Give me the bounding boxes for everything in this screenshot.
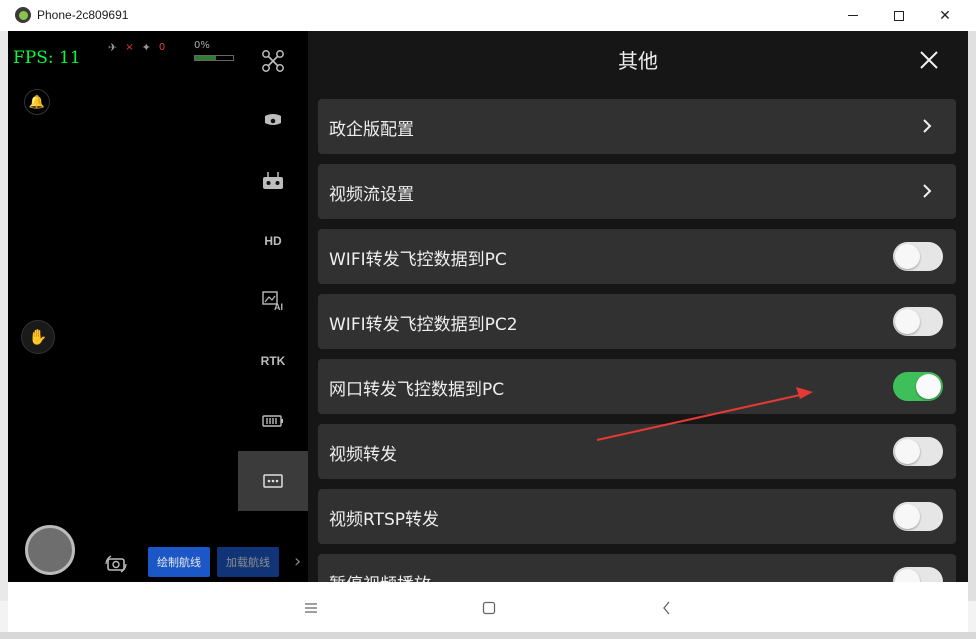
gesture-mode-button[interactable]: ✋	[21, 320, 55, 354]
aircraft-signal-icon: ✈	[108, 41, 118, 54]
row-video-forward: 视频转发	[318, 424, 956, 479]
row-video-rtsp-forward: 视频RTSP转发	[318, 489, 956, 544]
window-bottom-edge	[0, 632, 976, 639]
hand-icon: ✋	[28, 328, 48, 346]
row-video-stream-settings[interactable]: 视频流设置	[318, 164, 956, 219]
phone-screen: FPS: 11 ✈ × ✦ 0 0% 🔔 ✋ 绘制航线 加载航线 › HD AI…	[8, 31, 968, 582]
video-forward-toggle[interactable]	[893, 437, 943, 466]
row-label: 网口转发飞控数据到PC	[329, 380, 505, 400]
row-enterprise-config[interactable]: 政企版配置	[318, 99, 956, 154]
video-rtsp-forward-toggle[interactable]	[893, 502, 943, 531]
more-icon	[263, 474, 283, 488]
rtk-icon: RTK	[260, 354, 286, 368]
close-icon: ✕	[939, 7, 951, 24]
tab-ai[interactable]: AI	[238, 271, 308, 331]
tab-rtk[interactable]: RTK	[238, 331, 308, 391]
row-pause-video: 暂停视频播放	[318, 554, 956, 582]
satellite-icon: ✦	[141, 41, 151, 54]
camera-switch-icon	[105, 555, 127, 573]
back-icon	[663, 601, 670, 615]
row-label: 政企版配置	[329, 120, 414, 140]
nav-back-button[interactable]	[655, 596, 679, 620]
window-title: Phone-2c809691	[37, 8, 129, 22]
row-label: 视频RTSP转发	[329, 510, 440, 530]
tab-battery[interactable]	[238, 391, 308, 451]
row-ethernet-forward-pc: 网口转发飞控数据到PC	[318, 359, 956, 414]
nav-home-button[interactable]	[477, 596, 501, 620]
fps-counter: FPS: 11	[13, 48, 81, 68]
row-label: 视频转发	[329, 445, 397, 465]
tab-gimbal[interactable]	[238, 91, 308, 151]
battery-icon	[262, 415, 283, 427]
row-label: WIFI转发飞控数据到PC	[329, 250, 507, 270]
battery-percent: 0%	[194, 40, 210, 51]
row-label: WIFI转发飞控数据到PC2	[329, 315, 518, 335]
window-right-edge	[968, 31, 976, 601]
svg-text:AI: AI	[274, 302, 283, 311]
close-window-button[interactable]: ✕	[922, 0, 968, 31]
wifi-forward-pc-toggle[interactable]	[893, 242, 943, 271]
minimize-icon	[848, 15, 858, 16]
battery-level-bar	[194, 55, 234, 61]
gps-count: 0	[158, 42, 166, 53]
home-icon	[482, 601, 496, 615]
chevron-right-icon	[923, 184, 932, 198]
gimbal-camera-icon	[265, 114, 281, 125]
wifi-forward-pc2-toggle[interactable]	[893, 307, 943, 336]
maximize-button[interactable]	[876, 0, 922, 31]
window-left-edge	[0, 31, 8, 601]
menu-icon	[305, 603, 317, 613]
panel-title: 其他	[618, 49, 658, 73]
settings-panel: 其他 政企版配置 视频流设置 WIFI转发飞控数据到PC WIFI转发飞控数据到…	[308, 31, 968, 582]
tab-hd[interactable]: HD	[238, 211, 308, 271]
drone-icon	[262, 50, 284, 72]
expand-arrow-icon[interactable]: ›	[294, 551, 301, 572]
status-bar: ✈ × ✦ 0	[108, 41, 165, 54]
window-titlebar: Phone-2c809691 ✕	[0, 0, 976, 31]
tab-remote-controller[interactable]	[238, 151, 308, 211]
android-app-icon	[15, 7, 31, 23]
row-wifi-forward-pc: WIFI转发飞控数据到PC	[318, 229, 956, 284]
row-label: 暂停视频播放	[329, 570, 431, 582]
close-icon	[920, 51, 938, 69]
ethernet-forward-pc-toggle[interactable]	[893, 372, 943, 401]
pause-video-toggle[interactable]	[893, 567, 943, 582]
tab-other[interactable]	[238, 451, 308, 511]
chevron-right-icon	[923, 119, 932, 133]
camera-switch-button[interactable]	[103, 553, 129, 575]
shutter-button[interactable]	[25, 525, 75, 575]
hd-icon: HD	[264, 234, 282, 248]
panel-close-button[interactable]	[917, 48, 941, 72]
maximize-icon	[894, 10, 904, 21]
row-label: 视频流设置	[329, 185, 414, 205]
alarm-bell-icon[interactable]: 🔔	[24, 89, 50, 115]
minimize-button[interactable]	[830, 0, 876, 31]
row-wifi-forward-pc2: WIFI转发飞控数据到PC2	[318, 294, 956, 349]
signal-lost-icon: ×	[125, 42, 134, 53]
tab-aircraft[interactable]	[238, 31, 308, 91]
android-nav-bar	[8, 582, 968, 632]
load-route-button[interactable]: 加载航线	[217, 547, 279, 577]
remote-controller-icon	[263, 172, 283, 189]
nav-recents-button[interactable]	[299, 596, 323, 620]
ai-image-icon: AI	[262, 291, 283, 311]
draw-route-button[interactable]: 绘制航线	[148, 547, 210, 577]
